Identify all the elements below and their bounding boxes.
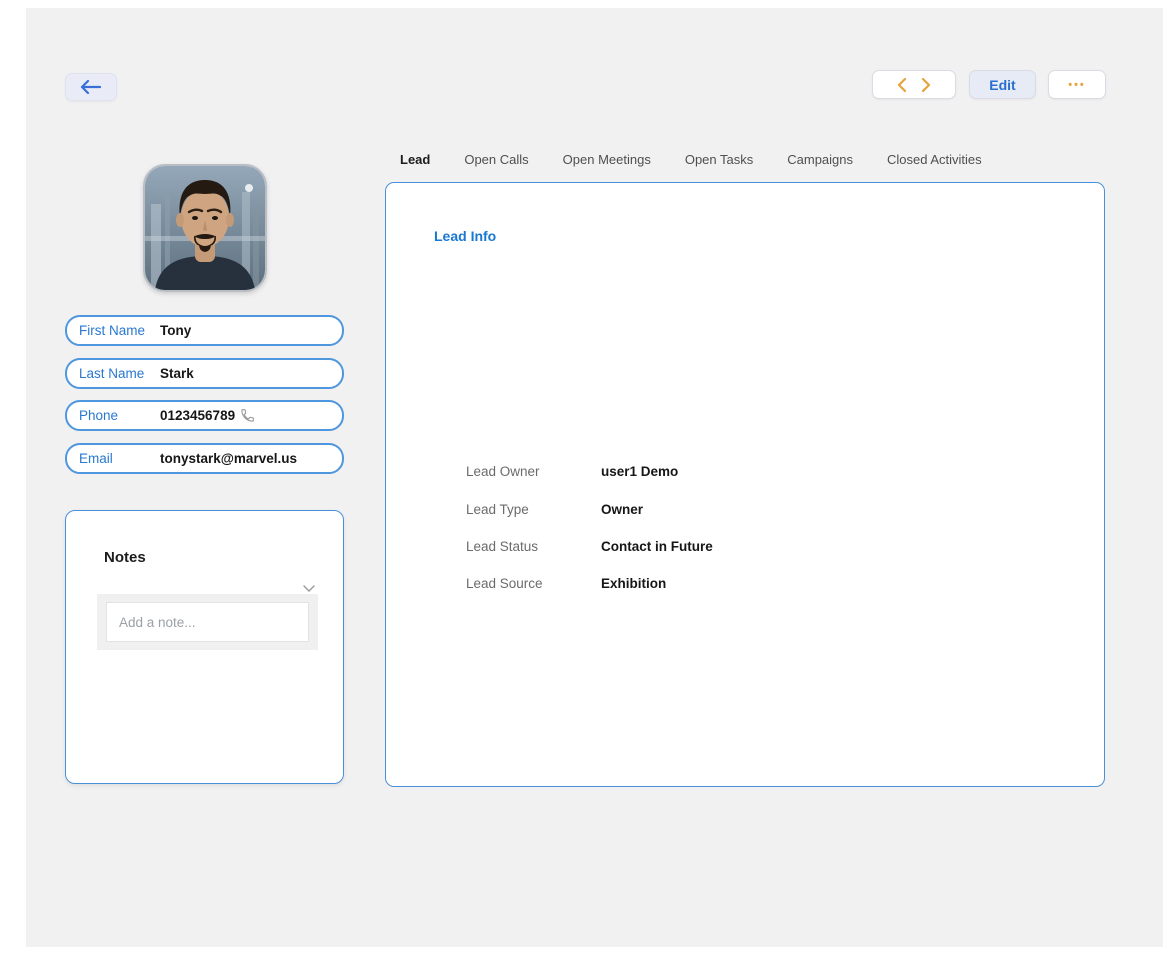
lead-detail-page: Edit ••• First Name Tony Last Name Stark… xyxy=(0,0,1170,955)
phone-field[interactable]: Phone 0123456789 xyxy=(65,400,344,431)
tab-closed-activities[interactable]: Closed Activities xyxy=(887,152,982,167)
back-button[interactable] xyxy=(65,73,117,101)
lead-owner-label: Lead Owner xyxy=(466,464,540,479)
tab-open-tasks[interactable]: Open Tasks xyxy=(685,152,753,167)
edit-button[interactable]: Edit xyxy=(969,70,1036,99)
lead-type-row: Lead Type Owner xyxy=(386,502,1104,522)
lead-owner-value: user1 Demo xyxy=(601,464,679,479)
last-name-value: Stark xyxy=(160,366,194,381)
phone-label: Phone xyxy=(79,408,119,423)
tab-open-meetings[interactable]: Open Meetings xyxy=(563,152,651,167)
tab-campaigns[interactable]: Campaigns xyxy=(787,152,853,167)
lead-owner-row: Lead Owner user1 Demo xyxy=(386,464,1104,484)
last-name-label: Last Name xyxy=(79,366,145,381)
email-label: Email xyxy=(79,451,113,466)
record-navigation-buttons xyxy=(872,70,956,99)
phone-icon[interactable] xyxy=(240,408,255,423)
notes-card: Notes xyxy=(65,510,344,784)
tab-open-calls[interactable]: Open Calls xyxy=(464,152,528,167)
tab-lead[interactable]: Lead xyxy=(400,152,430,167)
lead-info-panel: Lead Info Lead Owner user1 Demo Lead Typ… xyxy=(385,182,1105,787)
next-record-button[interactable] xyxy=(921,77,931,92)
lead-info-title: Lead Info xyxy=(434,228,497,244)
email-field[interactable]: Email tonystark@marvel.us xyxy=(65,443,344,474)
first-name-label: First Name xyxy=(79,323,146,338)
lead-status-value: Contact in Future xyxy=(601,539,713,554)
lead-source-label: Lead Source xyxy=(466,576,543,591)
phone-value: 0123456789 xyxy=(160,408,236,423)
lead-source-value: Exhibition xyxy=(601,576,667,591)
notes-title: Notes xyxy=(104,549,146,566)
previous-record-button[interactable] xyxy=(897,77,907,92)
record-tabs: Lead Open Calls Open Meetings Open Tasks… xyxy=(400,152,982,167)
lead-type-value: Owner xyxy=(601,502,644,517)
back-arrow-icon xyxy=(80,80,102,94)
lead-source-row: Lead Source Exhibition xyxy=(386,576,1104,596)
first-name-field[interactable]: First Name Tony xyxy=(65,315,344,346)
note-input-wrapper xyxy=(97,594,318,650)
last-name-field[interactable]: Last Name Stark xyxy=(65,358,344,389)
lead-status-label: Lead Status xyxy=(466,539,539,554)
add-note-input[interactable] xyxy=(106,602,309,642)
email-value: tonystark@marvel.us xyxy=(160,451,297,466)
lead-avatar xyxy=(143,164,267,292)
first-name-value: Tony xyxy=(160,323,192,338)
lead-status-row: Lead Status Contact in Future xyxy=(386,539,1104,559)
lead-type-label: Lead Type xyxy=(466,502,529,517)
ellipsis-icon: ••• xyxy=(1068,78,1086,91)
more-options-button[interactable]: ••• xyxy=(1048,70,1106,99)
